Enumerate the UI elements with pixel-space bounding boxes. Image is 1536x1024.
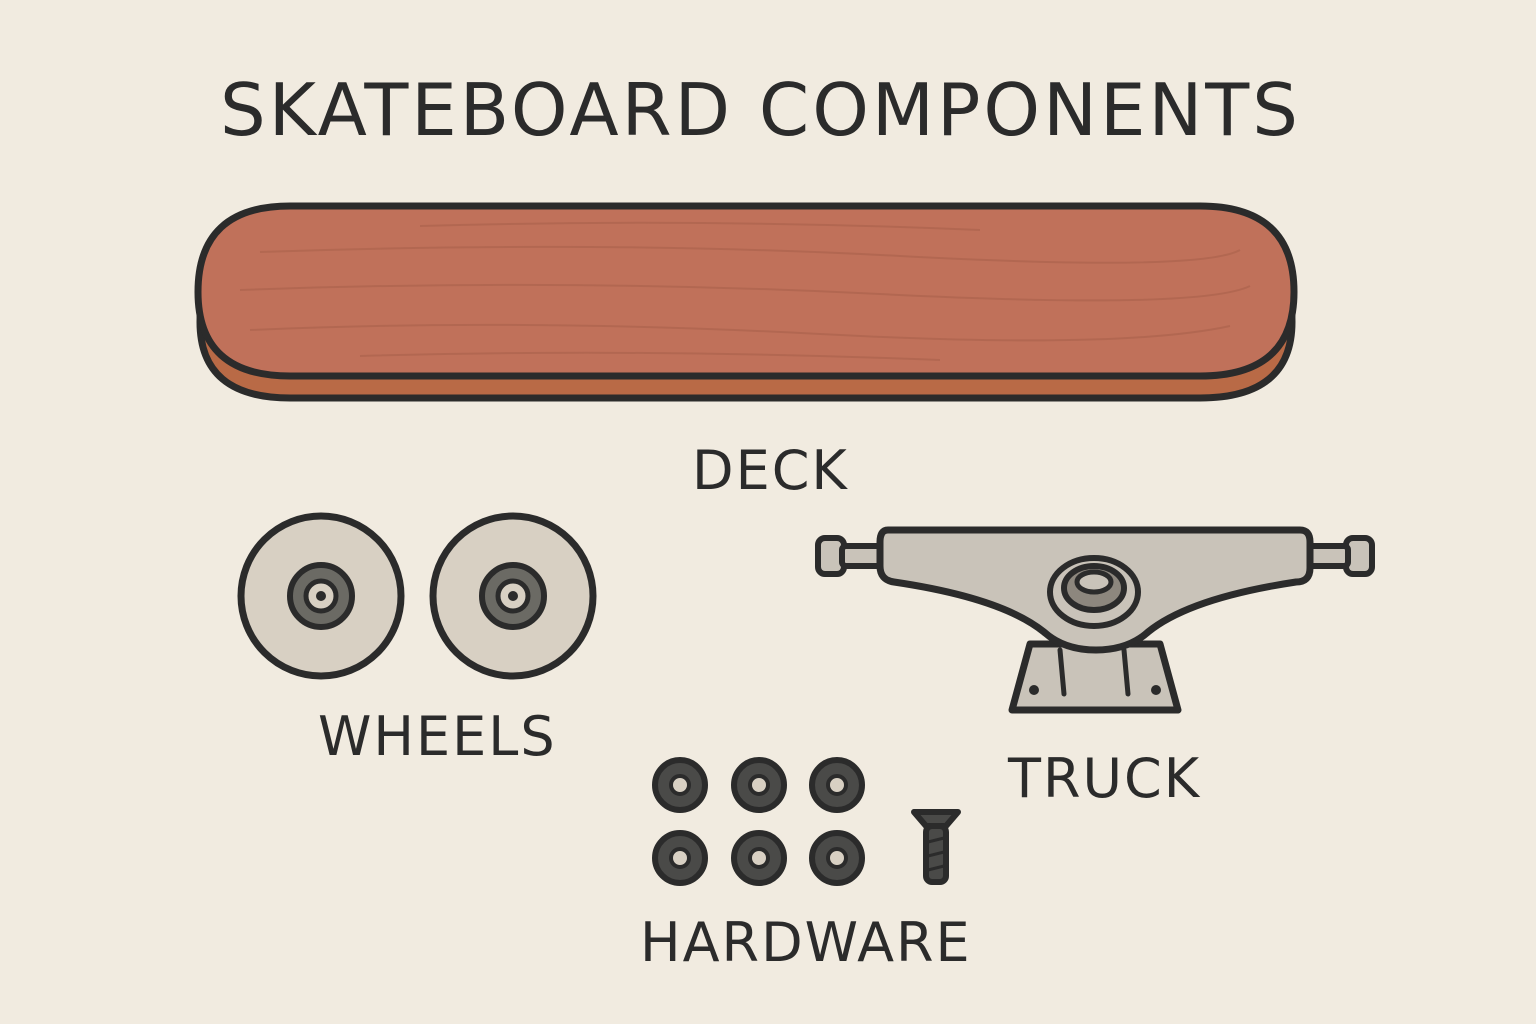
bolt-icon bbox=[652, 757, 865, 886]
screw-icon bbox=[911, 809, 961, 885]
wheel-icon bbox=[429, 512, 597, 680]
diagram-canvas: SKATEBOARD COMPONENTS DECK WHEELS TRUCK … bbox=[0, 0, 1536, 1024]
truck-icon bbox=[815, 526, 1375, 714]
deck-icon bbox=[194, 202, 1298, 402]
hardware-label: HARDWARE bbox=[640, 911, 972, 974]
truck-label: TRUCK bbox=[1008, 747, 1202, 810]
page-title: SKATEBOARD COMPONENTS bbox=[220, 68, 1301, 152]
wheel-icon bbox=[237, 512, 405, 680]
components-illustration bbox=[194, 202, 1375, 886]
deck-label: DECK bbox=[692, 439, 849, 502]
wheels-label: WHEELS bbox=[318, 705, 557, 768]
